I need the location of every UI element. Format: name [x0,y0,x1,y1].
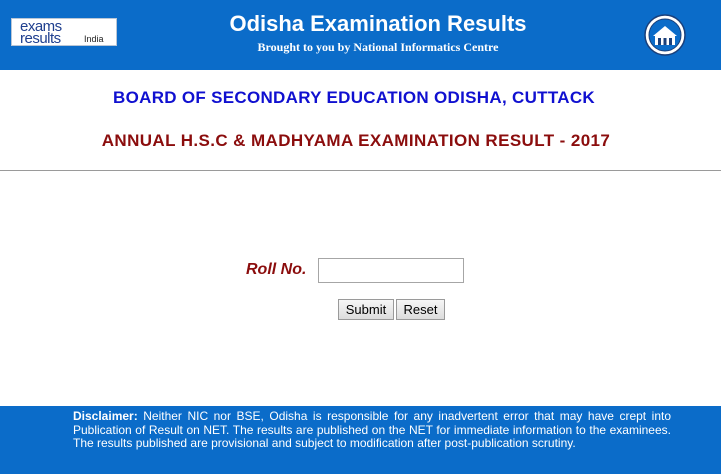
roll-no-input[interactable] [318,258,464,283]
roll-no-label: Roll No. [246,261,307,278]
exam-heading: ANNUAL H.S.C & MADHYAMA EXAMINATION RESU… [101,131,611,150]
reset-button[interactable]: Reset [396,299,445,320]
disclaimer-text: Neither NIC nor BSE, Odisha is responsib… [73,409,671,450]
submit-button[interactable]: Submit [338,299,394,320]
disclaimer-label: Disclaimer: [73,409,138,423]
disclaimer: Disclaimer: Neither NIC nor BSE, Odisha … [73,409,671,451]
divider [0,170,721,171]
footer-bar: Disclaimer: Neither NIC nor BSE, Odisha … [0,406,721,474]
site-title: Odisha Examination Results [229,11,527,36]
board-heading: BOARD OF SECONDARY EDUCATION ODISHA, CUT… [113,88,595,107]
site-subtitle: Brought to you by National Informatics C… [257,40,499,54]
header-bar: exams results India Odisha Examination R… [0,0,721,70]
nic-emblem-icon [644,14,686,56]
